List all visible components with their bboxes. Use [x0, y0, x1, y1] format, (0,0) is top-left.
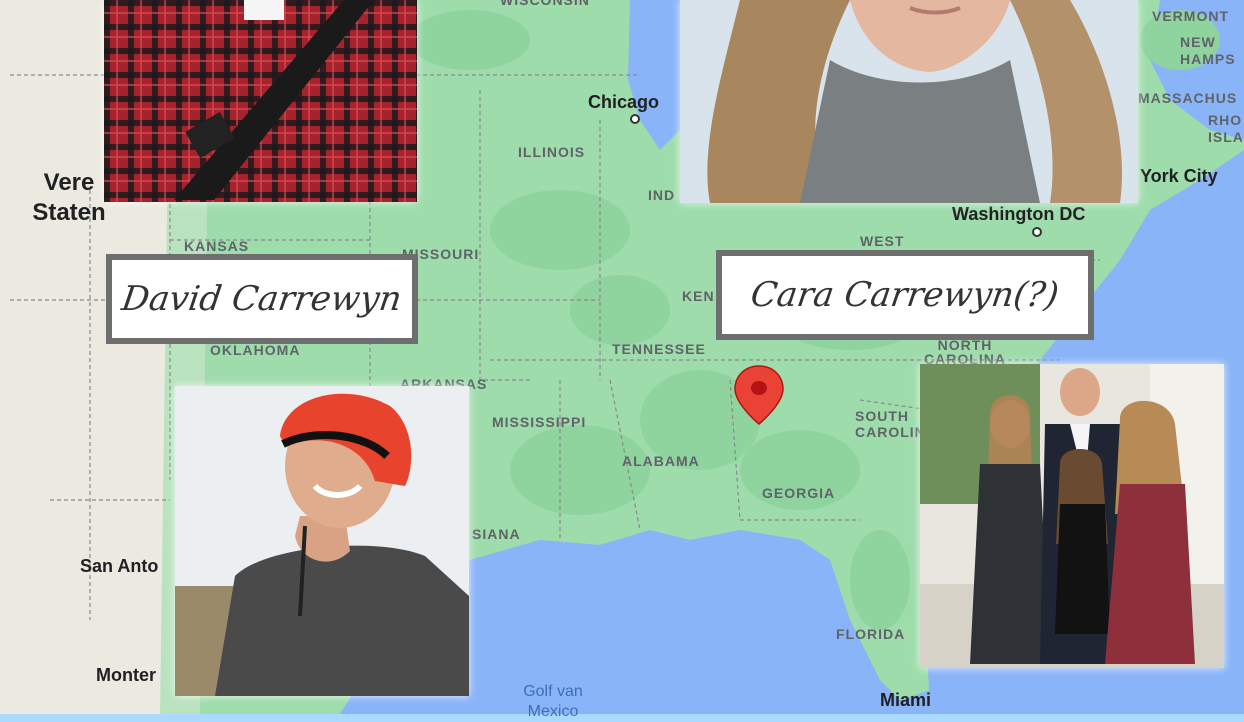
state-label-alabama: ALABAMA — [622, 453, 700, 469]
city-label-monterrey: Monter — [96, 665, 156, 685]
state-label-oklahoma: OKLAHOMA — [210, 342, 301, 358]
state-label-rhode-island: RHO ISLA — [1208, 112, 1242, 145]
city-dot-washington — [1032, 227, 1042, 237]
city-dot-chicago — [630, 114, 640, 124]
name-label-cara: Cara Carrewyn(?) — [748, 275, 1062, 315]
state-label-mississippi: MISSISSIPPI — [492, 414, 587, 430]
name-label-david: David Carrewyn — [119, 279, 405, 319]
map-pin-icon[interactable] — [732, 364, 786, 426]
state-label-new-hampshire: NEW HAMPS — [1180, 34, 1236, 67]
photo-david-helmet — [175, 386, 469, 696]
state-label-south-carolina: SOUTH CAROLINA — [855, 408, 920, 440]
name-box-cara: Cara Carrewyn(?) — [716, 250, 1094, 340]
state-label-tennessee: TENNESSEE — [612, 341, 706, 357]
photo-cara-closeup — [680, 0, 1138, 203]
state-label-vermont: VERMONT — [1152, 8, 1229, 24]
city-label-washington-dc: Washington DC — [952, 204, 1086, 224]
state-label-indiana: IND — [648, 187, 676, 203]
sea-label-gulf-of-mexico: Golf van Mexico — [523, 683, 583, 720]
state-label-illinois: ILLINOIS — [518, 144, 586, 160]
photo-family — [920, 364, 1224, 668]
city-label-new-york: York City — [1140, 166, 1218, 186]
state-label-wisconsin: WISCONSIN — [500, 0, 590, 8]
city-label-san-antonio: San Anto — [80, 556, 159, 576]
name-box-david: David Carrewyn — [106, 254, 418, 344]
photo-david-plaid-shirt — [104, 0, 417, 202]
state-label-kansas: KANSAS — [184, 238, 250, 254]
state-label-west-virginia: WEST — [860, 233, 905, 249]
state-label-louisiana: SIANA — [472, 526, 521, 542]
state-label-north-carolina: NORTH CAROLINA — [924, 337, 1006, 367]
city-label-miami: Miami — [880, 690, 932, 710]
city-label-chicago: Chicago — [588, 92, 660, 112]
state-label-kentucky: KEN — [682, 288, 715, 304]
state-label-massachusetts: MASSACHUS — [1138, 90, 1238, 106]
state-label-florida: FLORIDA — [836, 626, 906, 642]
state-label-georgia: GEORGIA — [762, 485, 836, 501]
country-label-united-states: Vere Staten — [32, 169, 106, 226]
